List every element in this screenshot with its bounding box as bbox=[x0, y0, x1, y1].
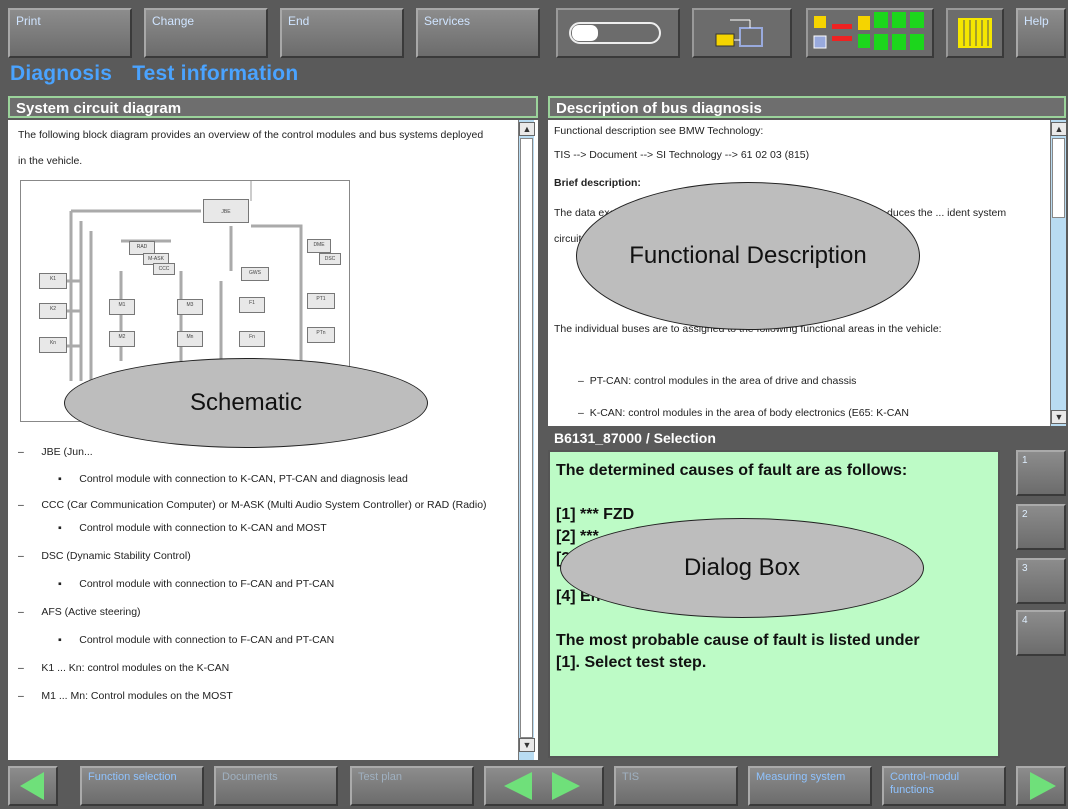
module-box: F1 bbox=[239, 297, 265, 313]
dialog-line-7: [1]. Select test step. bbox=[556, 654, 707, 671]
list-item: – M1 ... Mn: Control modules on the MOST bbox=[18, 690, 233, 702]
module-box: DME bbox=[307, 239, 331, 253]
list-item: ▪ Control module with connection to F-CA… bbox=[58, 578, 335, 590]
back-arrow-button[interactable] bbox=[8, 766, 58, 806]
right-panel-header: Description of bus diagnosis bbox=[548, 96, 1066, 118]
scroll-up-icon[interactable]: ▲ bbox=[519, 122, 535, 136]
functional-description-annotation: Functional Description bbox=[576, 182, 920, 330]
page-title: Diagnosis Test information bbox=[10, 62, 312, 86]
top-toolbar: Print Change End Services Help bbox=[0, 0, 1068, 62]
scroll-down-icon[interactable]: ▼ bbox=[519, 738, 535, 752]
battery-icon bbox=[569, 22, 661, 44]
desc-bullet-2: – K-CAN: control modules in the area of … bbox=[578, 407, 909, 419]
module-box: DSC bbox=[319, 253, 341, 265]
left-intro-text: The following block diagram provides an … bbox=[18, 129, 484, 167]
measuring-system-button[interactable]: Measuring system bbox=[748, 766, 872, 806]
dialog-option-1-button[interactable]: 1 bbox=[1016, 450, 1066, 496]
bottom-navbar: Function selection Documents Test plan T… bbox=[0, 762, 1068, 807]
fuse-icon bbox=[958, 18, 992, 48]
help-button[interactable]: Help bbox=[1016, 8, 1066, 58]
dialog-option-2-button[interactable]: 2 bbox=[1016, 504, 1066, 550]
connection-indicator bbox=[692, 8, 792, 58]
bus-description-panel: Functional description see BMW Technolog… bbox=[548, 120, 1066, 426]
list-item: – CCC (Car Communication Computer) or M-… bbox=[18, 499, 487, 511]
connection-icon bbox=[715, 19, 763, 47]
left-panel-header: System circuit diagram bbox=[8, 96, 538, 118]
module-jbe: JBE bbox=[203, 199, 249, 223]
tis-button[interactable]: TIS bbox=[614, 766, 738, 806]
list-item: ▪ Control module with connection to F-CA… bbox=[58, 634, 335, 646]
fuse-indicator bbox=[946, 8, 1004, 58]
forward-arrow-button[interactable] bbox=[1016, 766, 1066, 806]
system-circuit-panel: The following block diagram provides an … bbox=[8, 120, 538, 760]
right-scroll-thumb[interactable] bbox=[1052, 138, 1065, 218]
dialog-line-6: The most probable cause of fault is list… bbox=[556, 632, 920, 649]
dialog-header: B6131_87000 / Selection bbox=[548, 428, 1008, 450]
module-box: GWS bbox=[241, 267, 269, 281]
left-scroll-thumb[interactable] bbox=[520, 138, 533, 738]
list-item: ▪ Control module with connection to K-CA… bbox=[58, 473, 408, 485]
module-box: K2 bbox=[39, 303, 67, 319]
module-box: Kn bbox=[39, 337, 67, 353]
prev-next-arrow-icon bbox=[504, 772, 580, 800]
status-blocks-indicator bbox=[806, 8, 934, 58]
prev-next-arrows[interactable] bbox=[484, 766, 604, 806]
module-box: Fn bbox=[239, 331, 265, 347]
scroll-up-icon[interactable]: ▲ bbox=[1051, 122, 1066, 136]
battery-indicator bbox=[556, 8, 680, 58]
documents-button[interactable]: Documents bbox=[214, 766, 338, 806]
dialog-line-1: The determined causes of fault are as fo… bbox=[556, 462, 908, 479]
list-item: ▪ Control module with connection to K-CA… bbox=[58, 522, 327, 534]
desc-line-2: TIS --> Document --> SI Technology --> 6… bbox=[554, 149, 810, 161]
dialog-option-3-button[interactable]: 3 bbox=[1016, 558, 1066, 604]
list-item: – AFS (Active steering) bbox=[18, 606, 141, 618]
list-item: – DSC (Dynamic Stability Control) bbox=[18, 550, 191, 562]
schematic-annotation: Schematic bbox=[64, 358, 428, 448]
module-box: M3 bbox=[177, 299, 203, 315]
end-button[interactable]: End bbox=[280, 8, 404, 58]
module-box: PT1 bbox=[307, 293, 335, 309]
module-list: – JBE (Jun... ▪ Control module with conn… bbox=[18, 438, 508, 710]
control-module-functions-button[interactable]: Control-modul functions bbox=[882, 766, 1006, 806]
left-scrollbar[interactable]: ▲ ▼ bbox=[518, 120, 535, 760]
list-item: – K1 ... Kn: control modules on the K-CA… bbox=[18, 662, 230, 674]
test-plan-button[interactable]: Test plan bbox=[350, 766, 474, 806]
title-diagnosis: Diagnosis bbox=[10, 62, 113, 85]
services-button[interactable]: Services bbox=[416, 8, 540, 58]
dialog-box: The determined causes of fault are as fo… bbox=[548, 450, 1000, 758]
right-arrow-icon bbox=[1030, 772, 1056, 800]
title-test-information: Test information bbox=[132, 62, 299, 85]
status-blocks-icon bbox=[813, 12, 924, 50]
module-box: Mn bbox=[177, 331, 203, 347]
desc-line-1: Functional description see BMW Technolog… bbox=[554, 125, 764, 137]
scroll-down-icon[interactable]: ▼ bbox=[1051, 410, 1066, 424]
module-box: PTn bbox=[307, 327, 335, 343]
desc-bullet-1: – PT-CAN: control modules in the area of… bbox=[578, 375, 857, 387]
change-button[interactable]: Change bbox=[144, 8, 268, 58]
right-scrollbar[interactable]: ▲ ▼ bbox=[1050, 120, 1066, 426]
dialog-box-annotation: Dialog Box bbox=[560, 518, 924, 618]
module-box: M1 bbox=[109, 299, 135, 315]
function-selection-button[interactable]: Function selection bbox=[80, 766, 204, 806]
dialog-option-4-button[interactable]: 4 bbox=[1016, 610, 1066, 656]
module-box: K1 bbox=[39, 273, 67, 289]
left-arrow-icon bbox=[20, 772, 44, 800]
module-box: CCC bbox=[153, 263, 175, 275]
print-button[interactable]: Print bbox=[8, 8, 132, 58]
module-box: M2 bbox=[109, 331, 135, 347]
